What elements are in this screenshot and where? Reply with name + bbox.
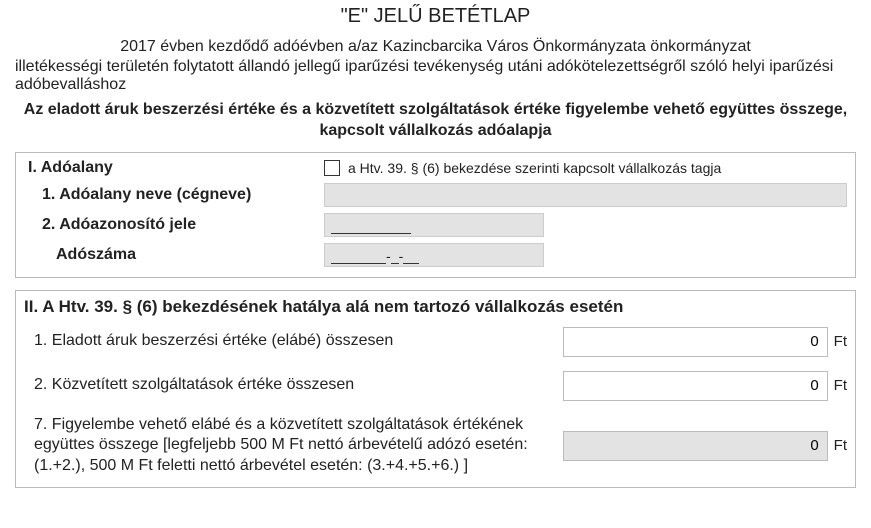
figyelembe-veheto-label: 7. Figyelembe vehető elábé és a közvetít… [24,415,563,477]
section-htv: II. A Htv. 39. § (6) bekezdésének hatály… [15,290,856,488]
adószáma-label: Adószáma [24,246,324,264]
kapcsolt-vallalkozas-label: a Htv. 39. § (6) bekezdése szerinti kapc… [348,160,721,176]
kapcsolt-vallalkozas-checkbox[interactable] [324,160,340,176]
unit-ft-2: Ft [834,377,847,394]
figyelembe-veheto-input [563,431,828,461]
intro-text-2: illetékességi területén folytatott állan… [15,58,856,94]
section2-title: II. A Htv. 39. § (6) bekezdésének hatály… [24,297,847,317]
unit-ft-1: Ft [834,333,847,350]
intro-text-1: 2017 évben kezdődő adóévben a/az Kazincb… [15,38,856,56]
kozvetitett-szolg-label: 2. Közvetített szolgáltatások értéke öss… [24,375,563,396]
adóazonosító-input[interactable] [324,213,544,237]
elabe-osszesen-input[interactable] [563,327,828,357]
adóalany-neve-input[interactable] [324,183,847,207]
kozvetitett-szolg-input[interactable] [563,371,828,401]
unit-ft-7: Ft [834,437,847,454]
elabe-osszesen-label: 1. Eladott áruk beszerzési értéke (elábé… [24,331,563,352]
section-adóalany: I. Adóalany a Htv. 39. § (6) bekezdése s… [15,152,856,278]
adószáma-input[interactable]: -- [324,243,544,267]
adóalany-neve-label: 1. Adóalany neve (cégneve) [24,186,324,204]
page-title: "E" JELŰ BETÉTLAP [15,5,856,28]
subject-heading: Az eladott áruk beszerzési értéke és a k… [15,100,856,142]
section1-title: I. Adóalany [24,159,324,177]
adóazonosító-label: 2. Adóazonosító jele [24,216,324,234]
